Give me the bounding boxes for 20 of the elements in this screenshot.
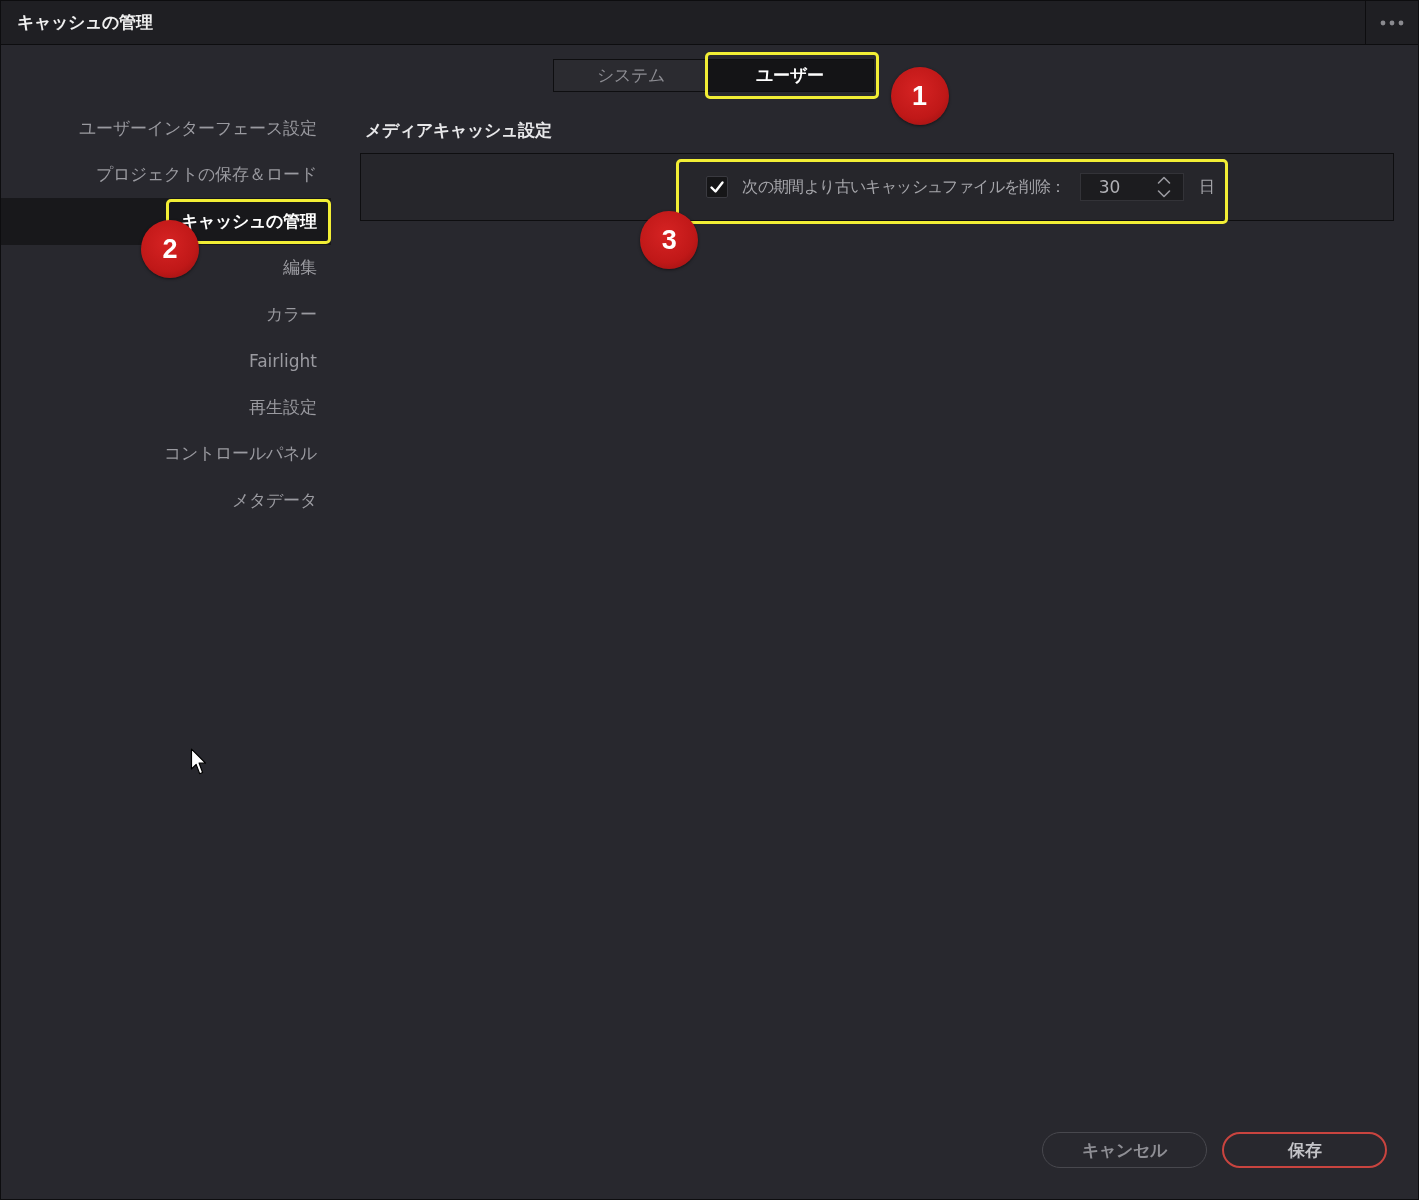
checkmark-icon [709, 179, 726, 195]
sidebar-item[interactable]: コントロールパネル [1, 430, 331, 477]
checkbox[interactable] [706, 176, 729, 198]
setting-label: 次の期間より古いキャッシュファイルを削除： [742, 176, 1066, 198]
unit-label: 日 [1198, 176, 1215, 198]
sidebar-item[interactable]: Fairlight [1, 337, 331, 384]
sidebar-item[interactable]: メタデータ [1, 477, 331, 524]
tab[interactable]: ユーザー [707, 60, 873, 91]
save-button[interactable]: 保存 [1222, 1132, 1387, 1168]
step-number-badge: 1 [890, 67, 949, 125]
window-title: キャッシュの管理 [17, 11, 153, 34]
number-field[interactable]: 30 [1079, 173, 1184, 201]
sidebar-item[interactable]: 再生設定 [1, 384, 331, 431]
step-number-badge: 3 [640, 211, 699, 269]
mouse-cursor-icon [190, 748, 207, 776]
more-options-icon[interactable] [1380, 19, 1404, 26]
sidebar-item[interactable]: カラー [1, 291, 331, 338]
sidebar-item[interactable]: ユーザーインターフェース設定 [1, 105, 331, 152]
sidebar-item[interactable]: プロジェクトの保存＆ロード [1, 151, 331, 198]
section-heading: メディアキャッシュ設定 [365, 119, 553, 142]
